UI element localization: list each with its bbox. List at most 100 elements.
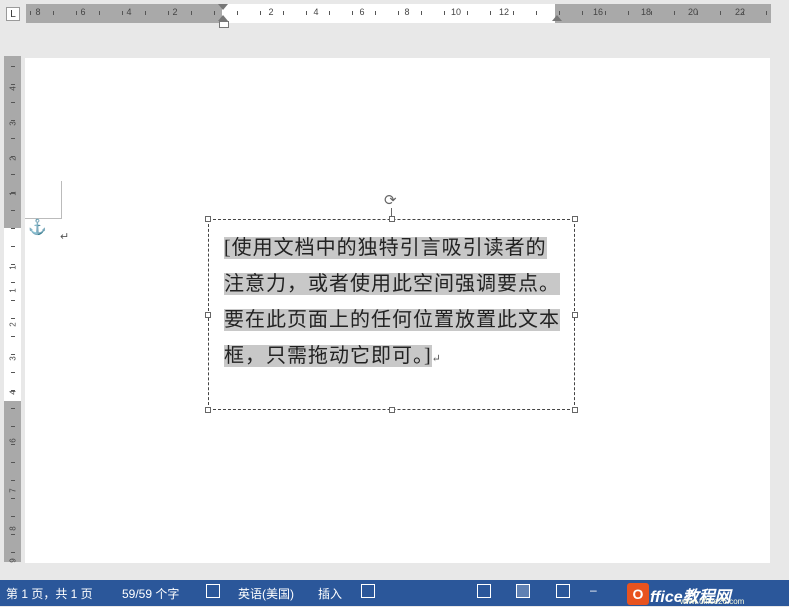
ruler-tick: [421, 11, 422, 15]
resize-handle-bottom[interactable]: [389, 407, 395, 413]
ruler-tick: [11, 480, 15, 481]
ruler-tick: [11, 498, 15, 499]
tab-selector-button[interactable]: L: [6, 7, 20, 21]
ruler-number: 9: [8, 558, 18, 563]
ruler-tick: [11, 246, 15, 247]
page-count[interactable]: 第 1 页，共 1 页: [6, 585, 93, 602]
ruler-tick: [444, 11, 445, 15]
resize-handle-bottom-left[interactable]: [205, 407, 211, 413]
resize-handle-top-left[interactable]: [205, 216, 211, 222]
ruler-tick: [11, 462, 15, 463]
ruler-number: 4: [8, 390, 18, 395]
ruler-tick: [11, 66, 15, 67]
ruler-tick: [11, 228, 15, 229]
ruler-tick: [11, 444, 15, 445]
ruler-number: 12: [498, 7, 510, 17]
ruler-tick: [329, 11, 330, 15]
ruler-tick: [11, 534, 15, 535]
insert-mode-indicator[interactable]: 插入: [318, 585, 342, 602]
ruler-tick: [11, 354, 15, 355]
office-logo-icon: O: [627, 583, 649, 605]
ruler-tick: [260, 11, 261, 15]
web-layout-icon[interactable]: [556, 584, 570, 598]
ruler-tick: [145, 11, 146, 15]
ruler-tick: [283, 11, 284, 15]
ruler-tick: [513, 11, 514, 15]
ruler-tick: [628, 11, 629, 15]
ruler-tick: [11, 210, 15, 211]
watermark: O ffice教程网 www.office26.com: [610, 583, 780, 606]
ruler-tick: [398, 11, 399, 15]
ruler-tick: [11, 192, 15, 193]
zoom-out-icon[interactable]: –: [590, 583, 597, 597]
ruler-tick: [11, 552, 15, 553]
ruler-tick: [11, 138, 15, 139]
ruler-tick: [11, 102, 15, 103]
ruler-tick: [11, 156, 15, 157]
print-layout-icon[interactable]: [516, 584, 530, 598]
ruler-number: 6: [80, 7, 86, 17]
right-indent-marker[interactable]: [552, 15, 562, 21]
macro-recording-icon[interactable]: [361, 584, 375, 598]
ruler-tick: [11, 300, 15, 301]
watermark-url: www.office26.com: [680, 597, 745, 606]
ruler-tick: [11, 318, 15, 319]
ruler-tick: [605, 11, 606, 15]
ruler-tick: [11, 408, 15, 409]
ruler-number: 4: [313, 7, 319, 17]
ruler-tick: [743, 11, 744, 15]
ruler-tick: [467, 11, 468, 15]
ruler-number: 2: [8, 156, 18, 161]
resize-handle-right[interactable]: [572, 312, 578, 318]
rotate-handle-icon[interactable]: ⟳: [384, 191, 397, 209]
ruler-tick: [720, 11, 721, 15]
ruler-tick: [11, 174, 15, 175]
ruler-tick: [11, 336, 15, 337]
ruler-number: 8: [35, 7, 41, 17]
ruler-tick: [697, 11, 698, 15]
ruler-number: 2: [172, 7, 178, 17]
resize-handle-bottom-right[interactable]: [572, 407, 578, 413]
left-indent-marker[interactable]: [219, 21, 229, 28]
document-page[interactable]: ⚓ ↵ ⟳ [使用文档中的独特引言吸引读者的注意力，或者使用此空间强调要点。要在…: [25, 58, 770, 563]
paragraph-mark: ↵: [60, 231, 70, 243]
ruler-tick: [76, 11, 77, 15]
ruler-tick: [30, 11, 31, 15]
paragraph-mark: ↵: [431, 353, 442, 365]
ruler-tick: [168, 11, 169, 15]
ruler-tick: [11, 282, 15, 283]
ruler-number: 2: [268, 7, 274, 17]
ruler-tick: [11, 84, 15, 85]
ruler-tick: [11, 264, 15, 265]
proofing-icon[interactable]: [206, 584, 220, 598]
ruler-tick: [674, 11, 675, 15]
ruler-tick: [375, 11, 376, 15]
resize-handle-left[interactable]: [205, 312, 211, 318]
language-indicator[interactable]: 英语(美国): [238, 585, 294, 602]
ruler-number: 16: [592, 7, 604, 17]
ruler-number: 4: [126, 7, 132, 17]
ruler-tick: [766, 11, 767, 15]
vertical-ruler[interactable]: 4321112346789: [4, 56, 21, 563]
ruler-tick: [53, 11, 54, 15]
anchor-icon[interactable]: ⚓: [28, 218, 47, 236]
read-mode-icon[interactable]: [477, 584, 491, 598]
first-line-indent-marker[interactable]: [218, 4, 228, 10]
selected-text[interactable]: [使用文档中的独特引言吸引读者的注意力，或者使用此空间强调要点。要在此页面上的任…: [224, 237, 560, 367]
ruler-tick: [11, 120, 15, 121]
margin-guide: [61, 181, 62, 218]
ruler-tick: [306, 11, 307, 15]
text-box-content[interactable]: [使用文档中的独特引言吸引读者的注意力，或者使用此空间强调要点。要在此页面上的任…: [224, 230, 564, 377]
word-count[interactable]: 59/59 个字: [122, 585, 179, 602]
text-box[interactable]: ⟳ [使用文档中的独特引言吸引读者的注意力，或者使用此空间强调要点。要在此页面上…: [205, 192, 578, 413]
ruler-tick: [651, 11, 652, 15]
ruler-number: 10: [450, 7, 462, 17]
ruler-tick: [214, 11, 215, 15]
horizontal-ruler[interactable]: 8 6 4 2 2 4 6 8 10 12 16 18 20 22: [26, 4, 771, 28]
resize-handle-top-right[interactable]: [572, 216, 578, 222]
resize-handle-top[interactable]: [389, 216, 395, 222]
ruler-number: 1: [8, 288, 18, 293]
ruler-number: 1: [8, 191, 18, 196]
ruler-tick: [11, 372, 15, 373]
ruler-tick: [11, 516, 15, 517]
